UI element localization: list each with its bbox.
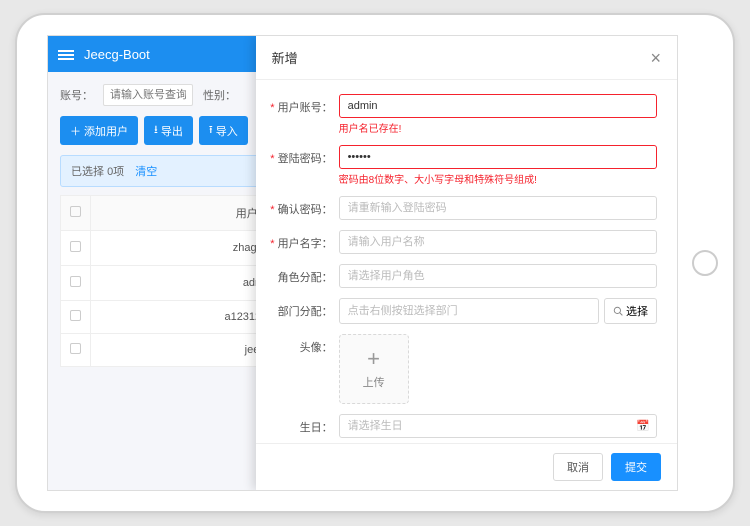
app-screen: Jeecg-Boot 账号： 性别： ＋ 添加用户 ⭳ 导出 ⭱ 导入 已选择 …	[47, 35, 678, 491]
modal-title: 新增	[272, 48, 298, 67]
modal-drawer: 新增 × 用户账号： 用户名已存在! 登陆密码： 密码由8位数字、大小写字母和特…	[256, 36, 677, 490]
search-icon	[613, 306, 623, 316]
name-input[interactable]	[339, 230, 657, 254]
menu-icon[interactable]	[58, 48, 74, 60]
dept-select-button[interactable]: 选择	[604, 298, 657, 324]
label-name: 用户名字：	[264, 230, 339, 251]
confirm-password-input[interactable]	[339, 196, 657, 220]
import-button[interactable]: ⭱ 导入	[199, 116, 248, 145]
label-birthday: 生日：	[264, 414, 339, 435]
role-select[interactable]	[339, 264, 657, 288]
label-dept: 部门分配：	[264, 298, 339, 319]
account-search-input[interactable]	[103, 84, 193, 106]
account-error: 用户名已存在!	[339, 120, 657, 135]
home-button[interactable]	[692, 250, 718, 276]
close-icon[interactable]: ×	[650, 49, 661, 67]
dept-input[interactable]	[339, 298, 599, 324]
export-button[interactable]: ⭳ 导出	[144, 116, 193, 145]
modal-footer: 取消 提交	[256, 443, 677, 490]
label-avatar: 头像：	[264, 334, 339, 355]
birthday-input[interactable]	[339, 414, 657, 438]
avatar-upload[interactable]: + 上传	[339, 334, 409, 404]
row-checkbox[interactable]	[70, 343, 81, 354]
cancel-button[interactable]: 取消	[553, 453, 603, 481]
modal-header: 新增 ×	[256, 36, 677, 80]
password-error: 密码由8位数字、大小写字母和特殊符号组成!	[339, 171, 657, 186]
select-all-checkbox[interactable]	[70, 206, 81, 217]
label-confirm: 确认密码：	[264, 196, 339, 217]
clear-selection-link[interactable]: 清空	[135, 166, 157, 178]
label-role: 角色分配：	[264, 264, 339, 285]
modal-body: 用户账号： 用户名已存在! 登陆密码： 密码由8位数字、大小写字母和特殊符号组成…	[256, 80, 677, 443]
device-frame: Jeecg-Boot 账号： 性别： ＋ 添加用户 ⭳ 导出 ⭱ 导入 已选择 …	[15, 13, 735, 513]
submit-button[interactable]: 提交	[611, 453, 661, 481]
label-account: 用户账号：	[264, 94, 339, 115]
row-checkbox[interactable]	[70, 241, 81, 252]
row-checkbox[interactable]	[70, 276, 81, 287]
app-title: Jeecg-Boot	[84, 47, 150, 62]
label-password: 登陆密码：	[264, 145, 339, 166]
row-checkbox[interactable]	[70, 310, 81, 321]
account-label: 账号：	[60, 87, 93, 103]
gender-label: 性别：	[203, 87, 236, 103]
add-user-button[interactable]: ＋ 添加用户	[60, 116, 138, 145]
plus-icon: +	[367, 348, 380, 370]
account-input[interactable]	[339, 94, 657, 118]
password-input[interactable]	[339, 145, 657, 169]
